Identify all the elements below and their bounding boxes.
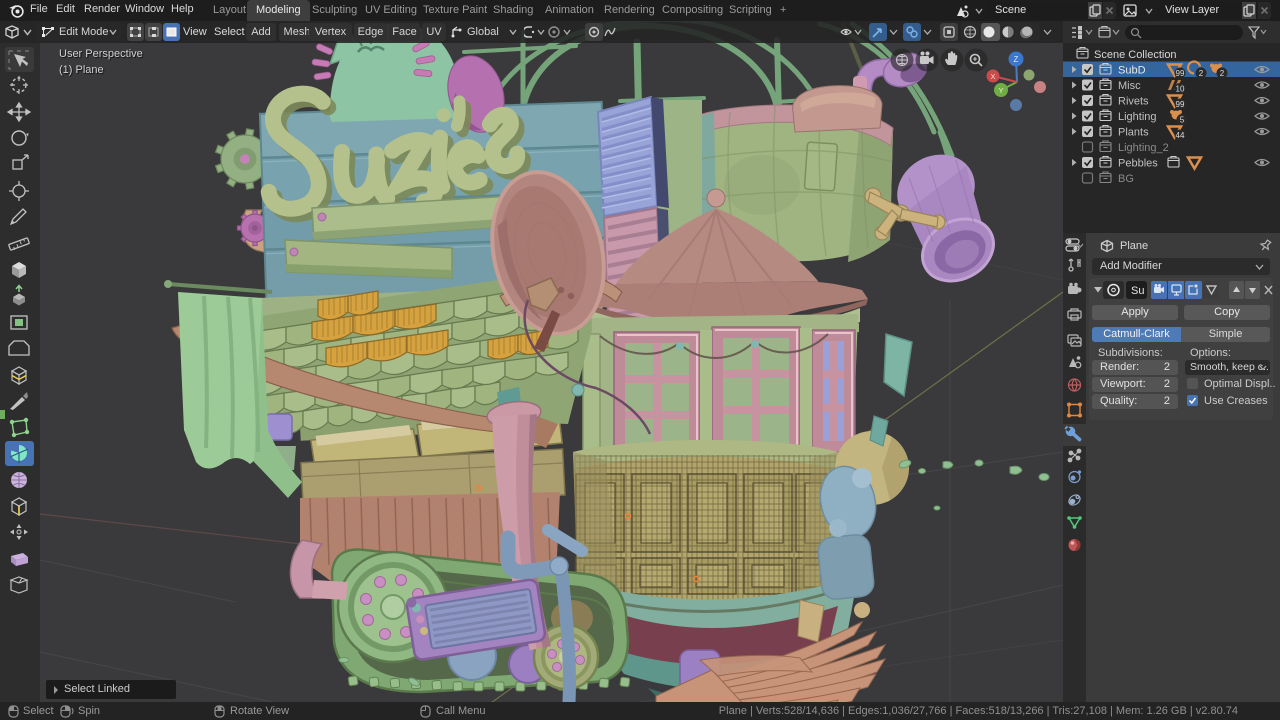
svg-text:10: 10 [1176,85,1185,94]
svg-text:Scene Collection: Scene Collection [1094,49,1177,61]
svg-text:SubD: SubD [1118,65,1146,77]
svg-text:Rivets: Rivets [1118,96,1149,108]
svg-text:Pebbles: Pebbles [1118,158,1158,170]
svg-text:44: 44 [1176,131,1185,140]
svg-text:99: 99 [1176,100,1185,109]
svg-text:Su: Su [1131,285,1144,297]
svg-text:5: 5 [1180,116,1185,125]
svg-text:X: X [990,72,995,81]
svg-text:2: 2 [1220,69,1225,78]
svg-text:Lighting: Lighting [1118,111,1157,123]
svg-text:Misc: Misc [1118,80,1141,92]
svg-text:Lighting_2: Lighting_2 [1118,142,1169,154]
svg-text:2: 2 [1199,69,1204,78]
svg-text:99: 99 [1176,69,1185,78]
svg-text:Y: Y [998,86,1003,95]
svg-text:Plants: Plants [1118,127,1149,139]
svg-text:Z: Z [1014,55,1019,64]
svg-text:BG: BG [1118,173,1134,185]
